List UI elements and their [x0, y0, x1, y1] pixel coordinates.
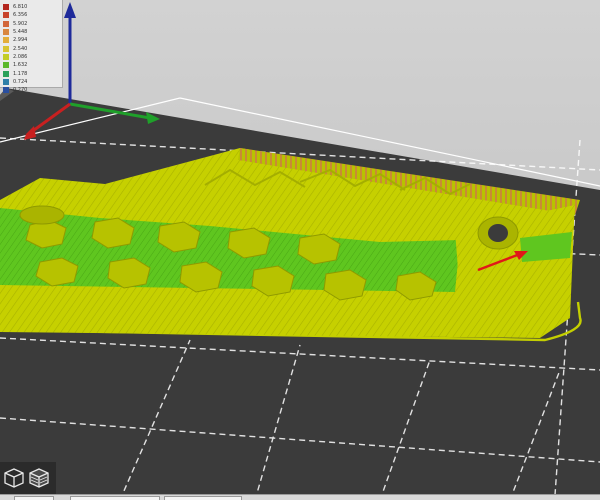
- legend-swatch: [3, 53, 9, 60]
- legend-row: 2.994: [3, 36, 62, 44]
- legend-row: 5.902: [3, 20, 62, 28]
- bottom-field[interactable]: [164, 496, 242, 500]
- layer-height-legend: 6.810 6.356 5.902 5.448 2.994 2.540 2.08…: [0, 0, 63, 94]
- legend-row: 1.632: [3, 61, 62, 69]
- legend-swatch: [3, 78, 9, 85]
- layered-cube-icon[interactable]: [28, 467, 50, 489]
- bottom-field[interactable]: [14, 496, 54, 500]
- legend-label: 5.448: [13, 29, 28, 36]
- scene-canvas[interactable]: [0, 0, 600, 500]
- legend-label: 0.270: [13, 87, 28, 94]
- legend-swatch: [3, 20, 9, 27]
- 3d-viewport[interactable]: 6.810 6.356 5.902 5.448 2.994 2.540 2.08…: [0, 0, 600, 500]
- legend-row: 0.724: [3, 78, 62, 86]
- legend-row: 5.448: [3, 28, 62, 36]
- legend-row: 0.270: [3, 86, 62, 94]
- legend-row: 2.540: [3, 44, 62, 52]
- z-axis-arrowhead: [64, 2, 76, 18]
- legend-swatch: [3, 62, 9, 69]
- legend-swatch: [3, 45, 9, 52]
- legend-label: 6.810: [13, 4, 28, 11]
- legend-label: 1.178: [13, 70, 28, 77]
- legend-row: 6.356: [3, 11, 62, 19]
- legend-label: 2.994: [13, 37, 28, 44]
- legend-label: 6.356: [13, 12, 28, 19]
- legend-row: 6.810: [3, 3, 62, 11]
- legend-swatch: [3, 37, 9, 44]
- legend-label: 2.540: [13, 45, 28, 52]
- legend-swatch: [3, 12, 9, 19]
- legend-row: 1.178: [3, 69, 62, 77]
- legend-label: 2.086: [13, 53, 28, 60]
- iso-cube-icon[interactable]: [3, 467, 25, 489]
- legend-label: 5.902: [13, 20, 28, 27]
- legend-label: 0.724: [13, 78, 28, 85]
- legend-swatch: [3, 70, 9, 77]
- bottom-field[interactable]: [70, 496, 160, 500]
- legend-row: 2.086: [3, 53, 62, 61]
- view-toggle: [0, 462, 56, 494]
- legend-swatch: [3, 29, 9, 36]
- legend-swatch: [3, 4, 9, 11]
- legend-swatch: [3, 87, 9, 94]
- bottom-toolbar: [0, 494, 600, 500]
- legend-label: 1.632: [13, 62, 28, 69]
